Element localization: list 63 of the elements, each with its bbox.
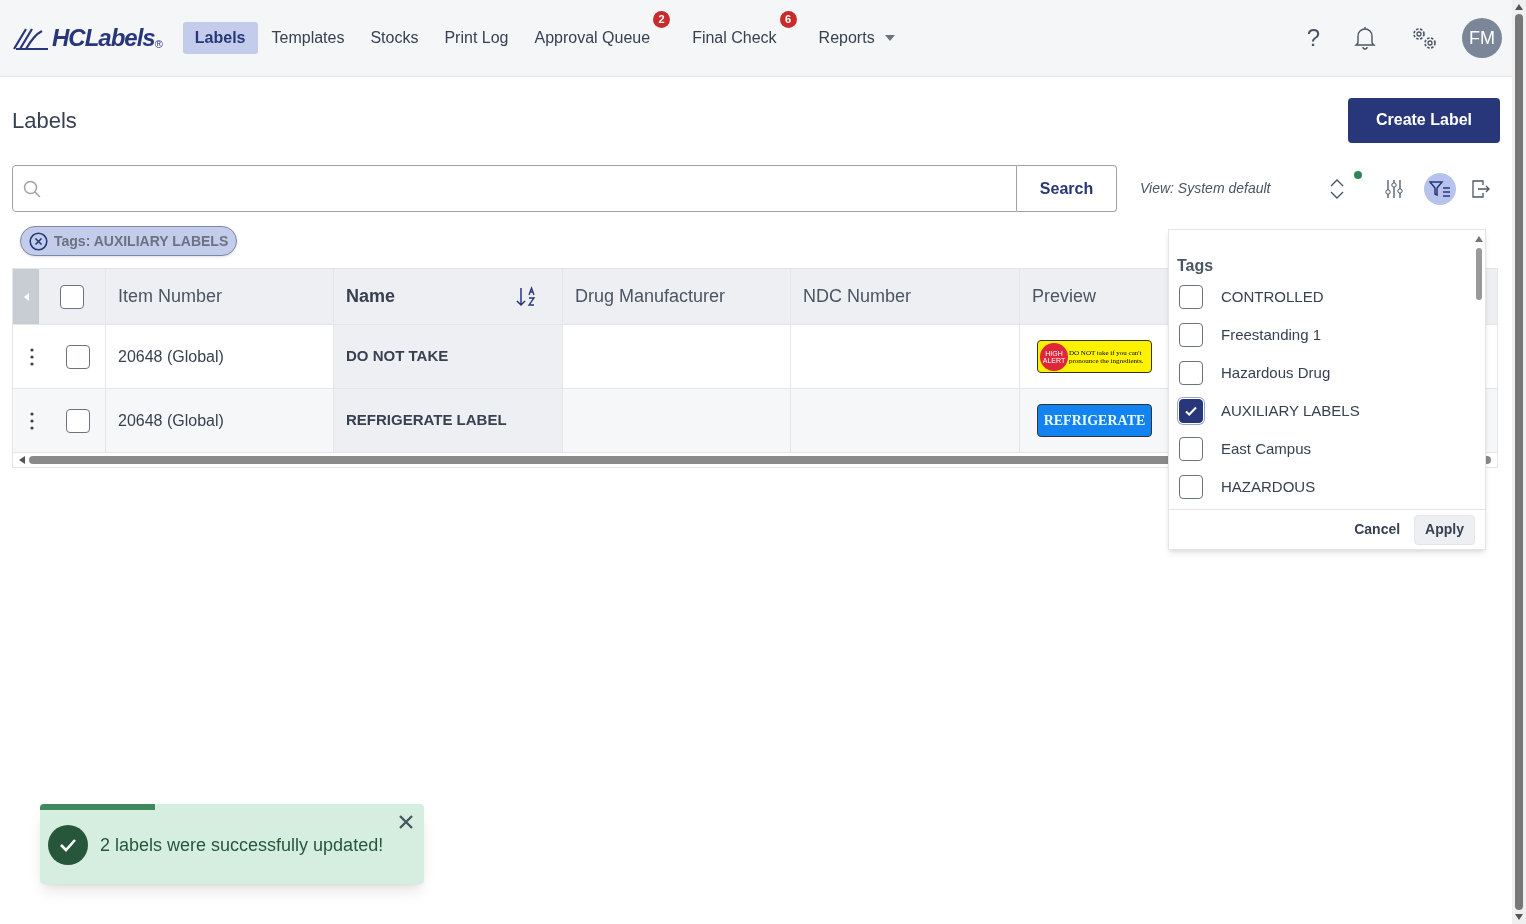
tag-option[interactable]: CONTROLLED <box>1177 278 1473 316</box>
filter-icon <box>1429 179 1451 198</box>
checkbox[interactable] <box>1179 437 1203 461</box>
help-icon[interactable]: ? <box>1306 20 1320 56</box>
panel-title: Tags <box>1177 256 1215 276</box>
tag-option[interactable]: Freestanding 1 <box>1177 316 1473 354</box>
user-avatar[interactable]: FM <box>1462 18 1502 58</box>
checkbox[interactable] <box>60 284 84 309</box>
caret-icon <box>884 35 895 41</box>
sort-icon[interactable] <box>516 285 538 308</box>
scroll-down-icon[interactable] <box>1515 914 1523 920</box>
sliders-icon[interactable] <box>1384 178 1404 199</box>
checkbox[interactable] <box>1179 361 1203 385</box>
count-badge: 6 <box>779 11 797 28</box>
up-down-chevron-icon[interactable] <box>1330 177 1344 200</box>
checkbox[interactable] <box>1179 475 1203 499</box>
checkbox[interactable] <box>1179 285 1203 309</box>
search-button[interactable]: Search <box>1017 165 1117 212</box>
view-selector[interactable]: View: System default <box>1140 178 1330 199</box>
create-label-button[interactable]: Create Label <box>1347 97 1500 143</box>
label-preview: REFRIGERATE <box>1037 404 1152 437</box>
table-cell: REFRIGERATE LABEL <box>334 389 563 452</box>
table-cell: DO NOT TAKE <box>334 325 563 388</box>
tag-option[interactable]: AUXILIARY LABELS <box>1177 392 1473 430</box>
bell-icon[interactable] <box>1354 26 1376 50</box>
column-header[interactable]: Drug Manufacturer <box>563 269 791 324</box>
tag-option[interactable]: HAZARDOUS <box>1177 468 1473 506</box>
page-title: Labels <box>12 106 77 135</box>
more-icon[interactable] <box>30 347 34 366</box>
export-icon[interactable] <box>1470 178 1490 199</box>
nav-tab[interactable]: Reports <box>806 22 907 54</box>
tag-option[interactable]: East Campus <box>1177 430 1473 468</box>
nav-tab[interactable]: Templates <box>259 22 357 54</box>
search-icon <box>23 179 41 198</box>
check-icon <box>48 825 88 865</box>
checkbox[interactable] <box>66 408 90 433</box>
checkbox[interactable] <box>1179 323 1203 347</box>
toast-message: 2 labels were successfully updated! <box>100 833 384 857</box>
collapse-handle[interactable] <box>13 269 39 324</box>
page-scrollbar[interactable] <box>1512 0 1526 924</box>
count-badge: 2 <box>653 11 671 28</box>
checkbox[interactable] <box>66 344 90 369</box>
registered-mark: ® <box>154 38 163 52</box>
filter-button[interactable] <box>1424 172 1456 205</box>
nav-tab[interactable]: Labels <box>182 22 258 54</box>
nav-tab[interactable]: Stocks <box>358 22 431 54</box>
scroll-up-icon[interactable] <box>1515 4 1523 10</box>
cancel-button[interactable]: Cancel <box>1354 519 1401 540</box>
checkbox[interactable] <box>1179 399 1203 423</box>
more-icon[interactable] <box>30 411 34 430</box>
apply-button[interactable]: Apply <box>1414 514 1475 545</box>
logo-text: HCLabels <box>52 23 155 53</box>
column-header[interactable]: NDC Number <box>791 269 1020 324</box>
column-header[interactable]: Name <box>334 269 563 324</box>
tag-option[interactable]: Hazardous Drug <box>1177 354 1473 392</box>
column-header[interactable]: Item Number <box>106 269 334 324</box>
remove-icon[interactable] <box>29 231 48 251</box>
scroll-left-icon[interactable] <box>19 456 25 464</box>
close-icon[interactable] <box>398 814 414 830</box>
nav-tab[interactable]: Print Log <box>432 22 521 54</box>
caret-icon <box>23 292 29 301</box>
search-field[interactable] <box>12 165 1017 212</box>
scroll-up-icon[interactable] <box>1475 236 1483 242</box>
